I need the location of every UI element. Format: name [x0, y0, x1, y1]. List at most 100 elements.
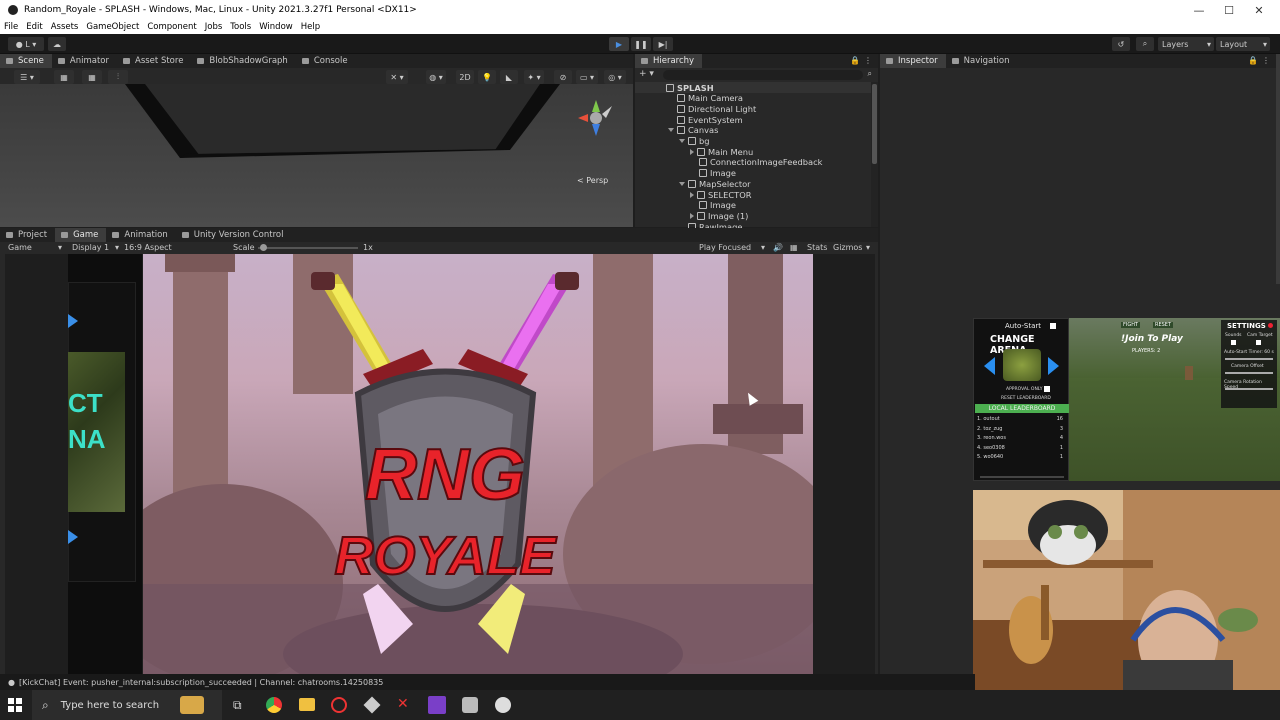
status-text[interactable]: [KickChat] Event: pusher_internal:subscr…	[19, 678, 383, 687]
search-highlight-icon[interactable]	[180, 696, 204, 714]
persp-label[interactable]: < Persp	[577, 176, 608, 185]
expand-arrow-icon[interactable]	[679, 139, 685, 143]
expand-arrow-icon[interactable]	[668, 128, 674, 133]
gizmos-button[interactable]: ◎ ▾	[604, 70, 626, 84]
reset-leaderboard-button[interactable]: RESET LEADERBOARD	[1001, 396, 1051, 401]
game-mode-dropdown[interactable]: Game	[8, 243, 32, 252]
leaderboard-scrollbar[interactable]	[980, 476, 1064, 478]
stats-grid-icon[interactable]: ▦	[790, 243, 798, 252]
grid-button[interactable]: ▦	[82, 70, 102, 84]
hierarchy-item[interactable]: Main Camera	[668, 93, 743, 104]
game-viewport[interactable]: CT NA RNG ROYALE	[5, 254, 875, 674]
tab-asset-store[interactable]: Asset Store	[117, 54, 191, 68]
unity-hub-icon[interactable]	[363, 696, 381, 714]
tab-inspector[interactable]: Inspector	[880, 54, 946, 68]
add-object-button[interactable]: + ▾	[639, 69, 654, 79]
hierarchy-scrollbar[interactable]	[871, 82, 878, 227]
fight-button[interactable]: FIGHT	[1121, 322, 1141, 328]
approval-checkbox[interactable]	[1044, 386, 1050, 392]
search-icon[interactable]: ⌕	[868, 69, 872, 79]
obs-icon[interactable]	[331, 697, 347, 713]
effects-icon[interactable]: ✦ ▾	[524, 70, 544, 84]
more-menu-icon[interactable]: ⋮	[1262, 56, 1270, 65]
pause-button[interactable]: ❚❚	[631, 37, 651, 51]
history-icon[interactable]: ↺	[1112, 37, 1130, 51]
app-icon[interactable]	[462, 697, 478, 713]
windows-start-icon[interactable]	[8, 698, 22, 712]
auto-start-timer-slider[interactable]	[1225, 358, 1273, 360]
tab-hierarchy[interactable]: Hierarchy	[635, 54, 703, 68]
auto-start-checkbox[interactable]	[1050, 323, 1056, 329]
menu-assets[interactable]: Assets	[51, 22, 79, 32]
layers-dropdown[interactable]: Layers ▾	[1158, 37, 1214, 51]
collapse-arrow-icon[interactable]	[690, 191, 694, 198]
cam-target-checkbox[interactable]	[1256, 340, 1261, 345]
draw-mode-button[interactable]: ◍ ▾	[426, 70, 446, 84]
stats-button[interactable]: Stats	[807, 243, 827, 252]
tools-button[interactable]: ✕ ▾	[386, 70, 408, 84]
visual-studio-icon[interactable]	[428, 696, 446, 714]
search-icon[interactable]: ⌕	[1136, 37, 1154, 51]
scene-gizmo-icon[interactable]	[566, 86, 626, 156]
collapse-arrow-icon[interactable]	[690, 148, 694, 155]
reset-button[interactable]: RESET	[1153, 322, 1174, 328]
arrow-right-icon[interactable]	[68, 314, 78, 328]
tab-console[interactable]: Console	[296, 54, 356, 68]
account-dropdown[interactable]: ● L ▾	[8, 37, 44, 51]
lighting-icon[interactable]: 💡	[478, 70, 496, 84]
increment-button[interactable]: ⫶	[108, 70, 128, 84]
camera-rotation-speed-slider[interactable]	[1225, 388, 1273, 390]
hierarchy-item[interactable]: SELECTOR	[690, 189, 752, 200]
arrow-right-icon[interactable]	[68, 530, 78, 544]
close-button[interactable]: ✕	[1244, 0, 1274, 20]
hidden-objects-icon[interactable]: ⊘	[554, 70, 572, 84]
mode-2d-button[interactable]: 2D	[456, 70, 474, 84]
hierarchy-item[interactable]: MapSelector	[679, 178, 751, 189]
tab-unity-version-control[interactable]: Unity Version Control	[176, 228, 292, 242]
collapse-arrow-icon[interactable]	[690, 212, 694, 219]
audio-icon[interactable]: ◣	[500, 70, 518, 84]
tab-animator[interactable]: Animator	[52, 54, 117, 68]
hierarchy-item[interactable]: EventSystem	[668, 114, 743, 125]
sounds-checkbox[interactable]	[1231, 340, 1236, 345]
hierarchy-item[interactable]: Image (1)	[690, 210, 748, 221]
hierarchy-item[interactable]: Image	[690, 168, 736, 179]
display-dropdown[interactable]: Display 1	[72, 243, 109, 252]
hierarchy-item[interactable]: Image	[690, 200, 736, 211]
more-menu-icon[interactable]: ⋮	[864, 56, 872, 65]
gizmos-button[interactable]: Gizmos	[833, 243, 862, 252]
menu-edit[interactable]: Edit	[26, 22, 42, 32]
hierarchy-item[interactable]: Main Menu	[690, 146, 753, 157]
menu-tools[interactable]: Tools	[230, 22, 251, 32]
play-button[interactable]: ▶	[609, 37, 629, 51]
scale-slider[interactable]	[258, 244, 358, 251]
arrow-left-icon[interactable]	[984, 357, 995, 375]
lock-icon[interactable]: 🔒	[850, 56, 860, 65]
audio-mute-icon[interactable]: 🔊	[773, 243, 783, 252]
expand-arrow-icon[interactable]	[679, 181, 685, 186]
camera-offset-slider[interactable]	[1225, 372, 1273, 374]
chrome-icon[interactable]	[266, 697, 282, 713]
tab-navigation[interactable]: Navigation	[946, 54, 1018, 68]
file-explorer-icon[interactable]	[299, 698, 315, 711]
menu-help[interactable]: Help	[301, 22, 320, 32]
menu-file[interactable]: File	[4, 22, 18, 32]
unity-icon[interactable]	[495, 697, 511, 713]
maximize-button[interactable]: ☐	[1214, 0, 1244, 20]
hierarchy-item[interactable]: Directional Light	[668, 103, 756, 114]
hierarchy-item[interactable]: Canvas	[668, 125, 718, 136]
menu-component[interactable]: Component	[147, 22, 196, 32]
arrow-right-icon[interactable]	[1048, 357, 1059, 375]
cloud-icon[interactable]: ☁	[48, 37, 66, 51]
hierarchy-item[interactable]: ConnectionImageFeedback	[690, 157, 822, 168]
camera-button[interactable]: ▭ ▾	[576, 70, 598, 84]
lock-icon[interactable]: 🔒	[1248, 56, 1258, 65]
tab-project[interactable]: Project	[0, 228, 55, 242]
grid-snap-button[interactable]: ▦	[54, 70, 74, 84]
hand-tool-button[interactable]: ☰ ▾	[14, 70, 40, 84]
inspector-scrollbar[interactable]	[1276, 54, 1280, 284]
layout-dropdown[interactable]: Layout ▾	[1216, 37, 1270, 51]
tab-animation[interactable]: Animation	[106, 228, 175, 242]
tab-blobshadowgraph[interactable]: BlobShadowGraph	[191, 54, 295, 68]
close-icon[interactable]	[1268, 323, 1273, 328]
